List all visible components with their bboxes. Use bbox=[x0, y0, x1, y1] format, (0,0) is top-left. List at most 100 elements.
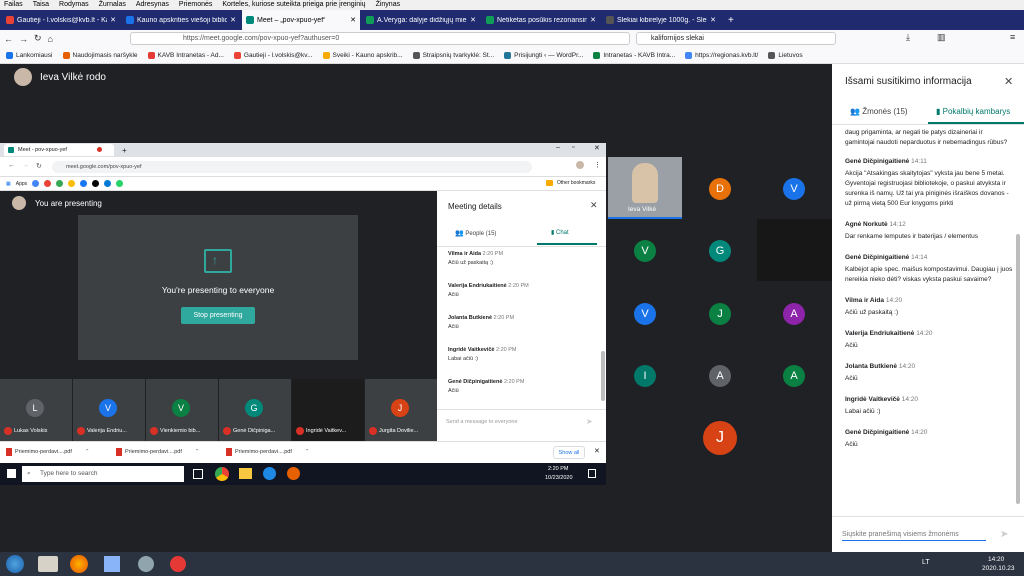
stop-presenting-button[interactable]: Stop presenting bbox=[181, 307, 255, 324]
bookmark-item[interactable]: Prisijungti ‹ — WordPr... bbox=[504, 51, 583, 59]
chevron-up-icon[interactable]: ⌃ bbox=[85, 449, 90, 455]
close-tab-icon[interactable]: ✕ bbox=[710, 16, 716, 24]
menu-item[interactable]: Žinynas bbox=[376, 0, 401, 10]
inner-participant-tile[interactable]: J Jurgita Dovilie... bbox=[365, 379, 437, 441]
bookmark-item[interactable]: Naudojimasis naršykle bbox=[62, 51, 138, 59]
chat-message-input[interactable]: Siųskite pranešimą visiems žmonėms bbox=[842, 531, 986, 541]
browser-tab[interactable]: Gautieji - l.volskis@kvb.lt - Kau ✕ bbox=[2, 12, 120, 28]
menu-item[interactable]: Failas bbox=[4, 0, 23, 10]
inner-reload-icon[interactable]: ↻ bbox=[36, 162, 42, 170]
participant-avatar[interactable]: A bbox=[709, 365, 731, 387]
other-bookmarks[interactable]: Other bookmarks bbox=[557, 180, 595, 186]
chat-scrollbar[interactable] bbox=[1016, 234, 1020, 504]
close-tab-icon[interactable]: ✕ bbox=[590, 16, 596, 24]
close-tab-icon[interactable]: ✕ bbox=[350, 16, 356, 24]
bookmark-icon[interactable] bbox=[92, 180, 100, 187]
inner-forward-icon[interactable]: → bbox=[22, 162, 29, 169]
bookmark-item[interactable]: Intranetas - KAVB Intra... bbox=[593, 51, 675, 59]
notification-icon[interactable] bbox=[588, 469, 596, 478]
inner-participant-tile[interactable]: Ingridė Vaitkev... bbox=[292, 379, 364, 441]
inner-menu-icon[interactable]: ⋮ bbox=[594, 161, 601, 169]
reload-icon[interactable]: ↻ bbox=[34, 33, 42, 44]
inner-participant-tile[interactable]: L Lukas Volskis bbox=[0, 379, 72, 441]
app-icon[interactable] bbox=[138, 556, 154, 572]
show-all-button[interactable]: Show all bbox=[553, 446, 585, 459]
chevron-up-icon[interactable]: ⌃ bbox=[195, 449, 200, 455]
inner-chat-tab[interactable]: ▮ Chat bbox=[551, 229, 569, 236]
browser-tab[interactable]: A.Veryga: dalyje didžiųjų mie ✕ bbox=[362, 12, 480, 28]
download-item[interactable]: Priemimo-perdavi....pdf ⌃ bbox=[226, 448, 309, 456]
browser-tab[interactable]: Netikėtas posūkis rezonansinė ✕ bbox=[482, 12, 600, 28]
close-window-icon[interactable]: ✕ bbox=[594, 144, 600, 152]
new-tab-icon[interactable]: + bbox=[728, 15, 734, 26]
bookmark-icon[interactable] bbox=[68, 180, 76, 187]
chrome-icon[interactable] bbox=[215, 467, 229, 481]
bookmark-item[interactable]: https://regionas.kvb.lt/ bbox=[685, 51, 758, 59]
bookmark-item[interactable]: Straipsnių tvarkyklė: St... bbox=[412, 51, 494, 59]
new-tab-icon[interactable]: + bbox=[122, 146, 127, 155]
inner-participant-tile[interactable]: V Valerija Endriu... bbox=[73, 379, 145, 441]
bookmark-icon[interactable] bbox=[104, 180, 112, 187]
apps-label[interactable]: Apps bbox=[16, 181, 27, 187]
bookmark-icon[interactable] bbox=[80, 180, 88, 187]
inner-send-input[interactable]: Send a message to everyone bbox=[446, 419, 518, 425]
inner-participant-tile[interactable]: G Genė Dičpiniga... bbox=[219, 379, 291, 441]
participant-avatar[interactable]: J bbox=[709, 303, 731, 325]
send-icon[interactable]: ➤ bbox=[586, 417, 593, 426]
participant-avatar[interactable]: I bbox=[634, 365, 656, 387]
bookmark-icon[interactable] bbox=[32, 180, 40, 187]
menu-item[interactable]: Korteles, kuriose suteikta prieiga prie … bbox=[222, 0, 365, 10]
bookmark-icon[interactable] bbox=[116, 180, 124, 187]
library-icon[interactable]: ▥ bbox=[937, 32, 946, 43]
bookmark-item[interactable]: Gautieji - l.volskis@kv... bbox=[233, 51, 313, 59]
forward-icon[interactable]: → bbox=[19, 34, 28, 44]
url-bar[interactable]: https://meet.google.com/pov-xpuo-yef?aut… bbox=[130, 32, 630, 45]
bookmark-item[interactable]: Lankomiausi bbox=[6, 51, 53, 59]
menu-item[interactable]: Žurnalas bbox=[99, 0, 126, 10]
inner-profile-avatar[interactable] bbox=[576, 161, 584, 169]
panel-close-icon[interactable]: ✕ bbox=[1004, 75, 1013, 88]
inner-back-icon[interactable]: ← bbox=[8, 162, 15, 169]
menu-item[interactable]: Rodymas bbox=[59, 0, 89, 10]
download-item[interactable]: Priemimo-perdavi....pdf ⌃ bbox=[116, 448, 199, 456]
close-tab-icon[interactable]: ✕ bbox=[230, 16, 236, 24]
inner-scrollbar[interactable] bbox=[601, 351, 605, 401]
browser-tab[interactable]: Šlekiai kibirelyje 1000g. - Slekyne✕ bbox=[602, 12, 720, 28]
chevron-up-icon[interactable]: ⌃ bbox=[305, 449, 310, 455]
bookmark-item[interactable]: Sveiki - Kauno apskrib... bbox=[322, 51, 403, 59]
taskbar-search-input[interactable]: ⌕ Type here to search bbox=[22, 466, 184, 482]
participant-avatar[interactable]: J bbox=[703, 421, 737, 455]
language-indicator[interactable]: LT bbox=[922, 559, 930, 566]
edge-icon[interactable] bbox=[263, 467, 276, 480]
download-icon[interactable]: ⤓ bbox=[906, 32, 910, 43]
participant-avatar[interactable]: G bbox=[709, 240, 731, 262]
back-icon[interactable]: ← bbox=[4, 34, 13, 44]
bookmark-icon[interactable] bbox=[44, 180, 52, 187]
search-bar[interactable]: kalifornijos slekai bbox=[636, 32, 836, 45]
clock-date[interactable]: 2020.10.23 bbox=[982, 565, 1015, 572]
inner-url-bar[interactable]: meet.google.com/pov-xpuo-yef bbox=[52, 161, 532, 173]
clock-time[interactable]: 14:20 bbox=[988, 556, 1004, 563]
chat-tab[interactable]: ▮ Pokalbių kambarys bbox=[936, 107, 1010, 116]
explorer-icon[interactable] bbox=[38, 556, 58, 572]
firefox-taskbar-icon[interactable] bbox=[70, 555, 88, 573]
close-tab-icon[interactable]: ✕ bbox=[470, 16, 476, 24]
task-view-icon[interactable] bbox=[193, 469, 203, 479]
inner-participant-tile[interactable]: V Vienkiemio bib... bbox=[146, 379, 218, 441]
send-message-icon[interactable]: ➤ bbox=[1000, 529, 1008, 540]
maximize-icon[interactable]: ▫ bbox=[572, 144, 574, 151]
browser-tab[interactable]: Kauno apskrities viešoji biblio ✕ bbox=[122, 12, 240, 28]
bookmark-item[interactable]: KAVB Intranetas - Ad... bbox=[147, 51, 224, 59]
people-tab[interactable]: 👥 Žmonės (15) bbox=[850, 107, 908, 116]
app-icon[interactable] bbox=[170, 556, 186, 572]
file-explorer-icon[interactable] bbox=[239, 468, 252, 479]
participant-avatar[interactable]: A bbox=[783, 303, 805, 325]
minimize-icon[interactable]: – bbox=[556, 144, 560, 151]
download-item[interactable]: Priemimo-perdavi....pdf ⌃ bbox=[6, 448, 89, 456]
firefox-icon[interactable] bbox=[287, 467, 300, 480]
inner-people-tab[interactable]: 👥 People (15) bbox=[455, 229, 496, 237]
start-orb-icon[interactable] bbox=[6, 555, 24, 573]
participant-avatar[interactable]: A bbox=[783, 365, 805, 387]
close-tab-icon[interactable]: ✕ bbox=[110, 16, 116, 24]
participant-avatar[interactable]: V bbox=[634, 303, 656, 325]
